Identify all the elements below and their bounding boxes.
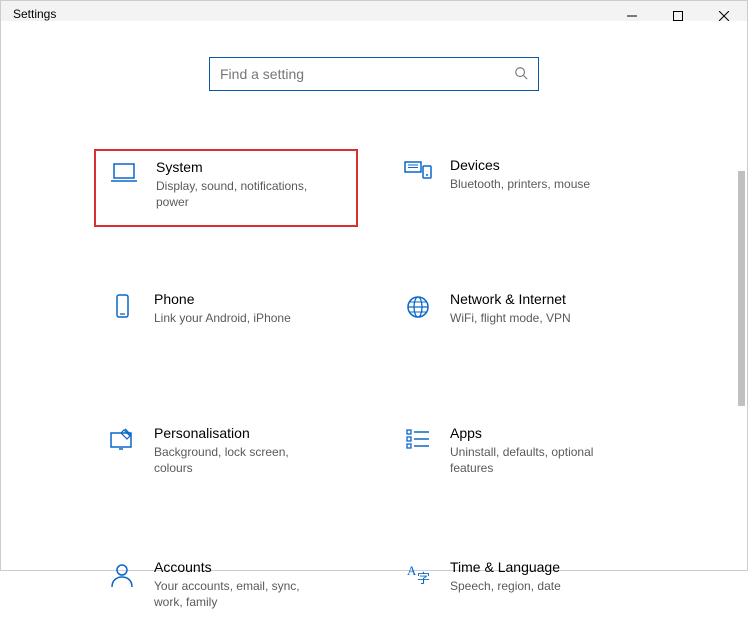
tile-text: Personalisation Background, lock screen,… (142, 425, 322, 476)
tile-desc: WiFi, flight mode, VPN (450, 310, 571, 326)
tile-desc: Uninstall, defaults, optional features (450, 444, 618, 476)
globe-icon (398, 291, 438, 321)
scrollbar-thumb[interactable] (738, 171, 745, 406)
paint-icon (102, 425, 142, 453)
tile-desc: Speech, region, date (450, 578, 561, 594)
tile-desc: Background, lock screen, colours (154, 444, 322, 476)
tile-devices[interactable]: Devices Bluetooth, printers, mouse (390, 149, 654, 227)
laptop-icon (104, 159, 144, 185)
close-icon (719, 11, 729, 21)
tile-title: Time & Language (450, 559, 561, 575)
search-input[interactable] (220, 66, 514, 82)
tile-system[interactable]: System Display, sound, notifications, po… (94, 149, 358, 227)
tile-text: Phone Link your Android, iPhone (142, 291, 291, 326)
tile-text: Accounts Your accounts, email, sync, wor… (142, 559, 322, 610)
window-title: Settings (13, 1, 56, 21)
tile-phone[interactable]: Phone Link your Android, iPhone (94, 283, 358, 361)
minimize-icon (627, 11, 637, 21)
maximize-icon (673, 11, 683, 21)
tile-text: Apps Uninstall, defaults, optional featu… (438, 425, 618, 476)
tile-text: System Display, sound, notifications, po… (144, 159, 324, 210)
apps-list-icon (398, 425, 438, 451)
tile-title: Accounts (154, 559, 322, 575)
devices-icon (398, 157, 438, 183)
tile-title: Devices (450, 157, 590, 173)
settings-grid: System Display, sound, notifications, po… (94, 149, 654, 629)
tile-apps[interactable]: Apps Uninstall, defaults, optional featu… (390, 417, 654, 495)
tile-text: Devices Bluetooth, printers, mouse (438, 157, 590, 192)
tile-title: Network & Internet (450, 291, 571, 307)
person-icon (102, 559, 142, 589)
tile-desc: Your accounts, email, sync, work, family (154, 578, 322, 610)
tile-desc: Bluetooth, printers, mouse (450, 176, 590, 192)
titlebar: Settings (1, 1, 747, 21)
content-area: System Display, sound, notifications, po… (1, 21, 747, 629)
tile-network[interactable]: Network & Internet WiFi, flight mode, VP… (390, 283, 654, 361)
tile-time-language[interactable]: A字 Time & Language Speech, region, date (390, 551, 654, 629)
tile-personalisation[interactable]: Personalisation Background, lock screen,… (94, 417, 358, 495)
tile-title: Apps (450, 425, 618, 441)
tile-accounts[interactable]: Accounts Your accounts, email, sync, wor… (94, 551, 358, 629)
search-icon (514, 66, 528, 83)
tile-desc: Link your Android, iPhone (154, 310, 291, 326)
tile-desc: Display, sound, notifications, power (156, 178, 324, 210)
language-icon: A字 (398, 559, 438, 587)
tile-title: Personalisation (154, 425, 322, 441)
tile-title: System (156, 159, 324, 175)
svg-text:字: 字 (417, 571, 430, 586)
settings-window: Settings Sy (0, 0, 748, 571)
tile-title: Phone (154, 291, 291, 307)
tile-text: Network & Internet WiFi, flight mode, VP… (438, 291, 571, 326)
search-box[interactable] (209, 57, 539, 91)
phone-icon (102, 291, 142, 321)
tile-text: Time & Language Speech, region, date (438, 559, 561, 594)
